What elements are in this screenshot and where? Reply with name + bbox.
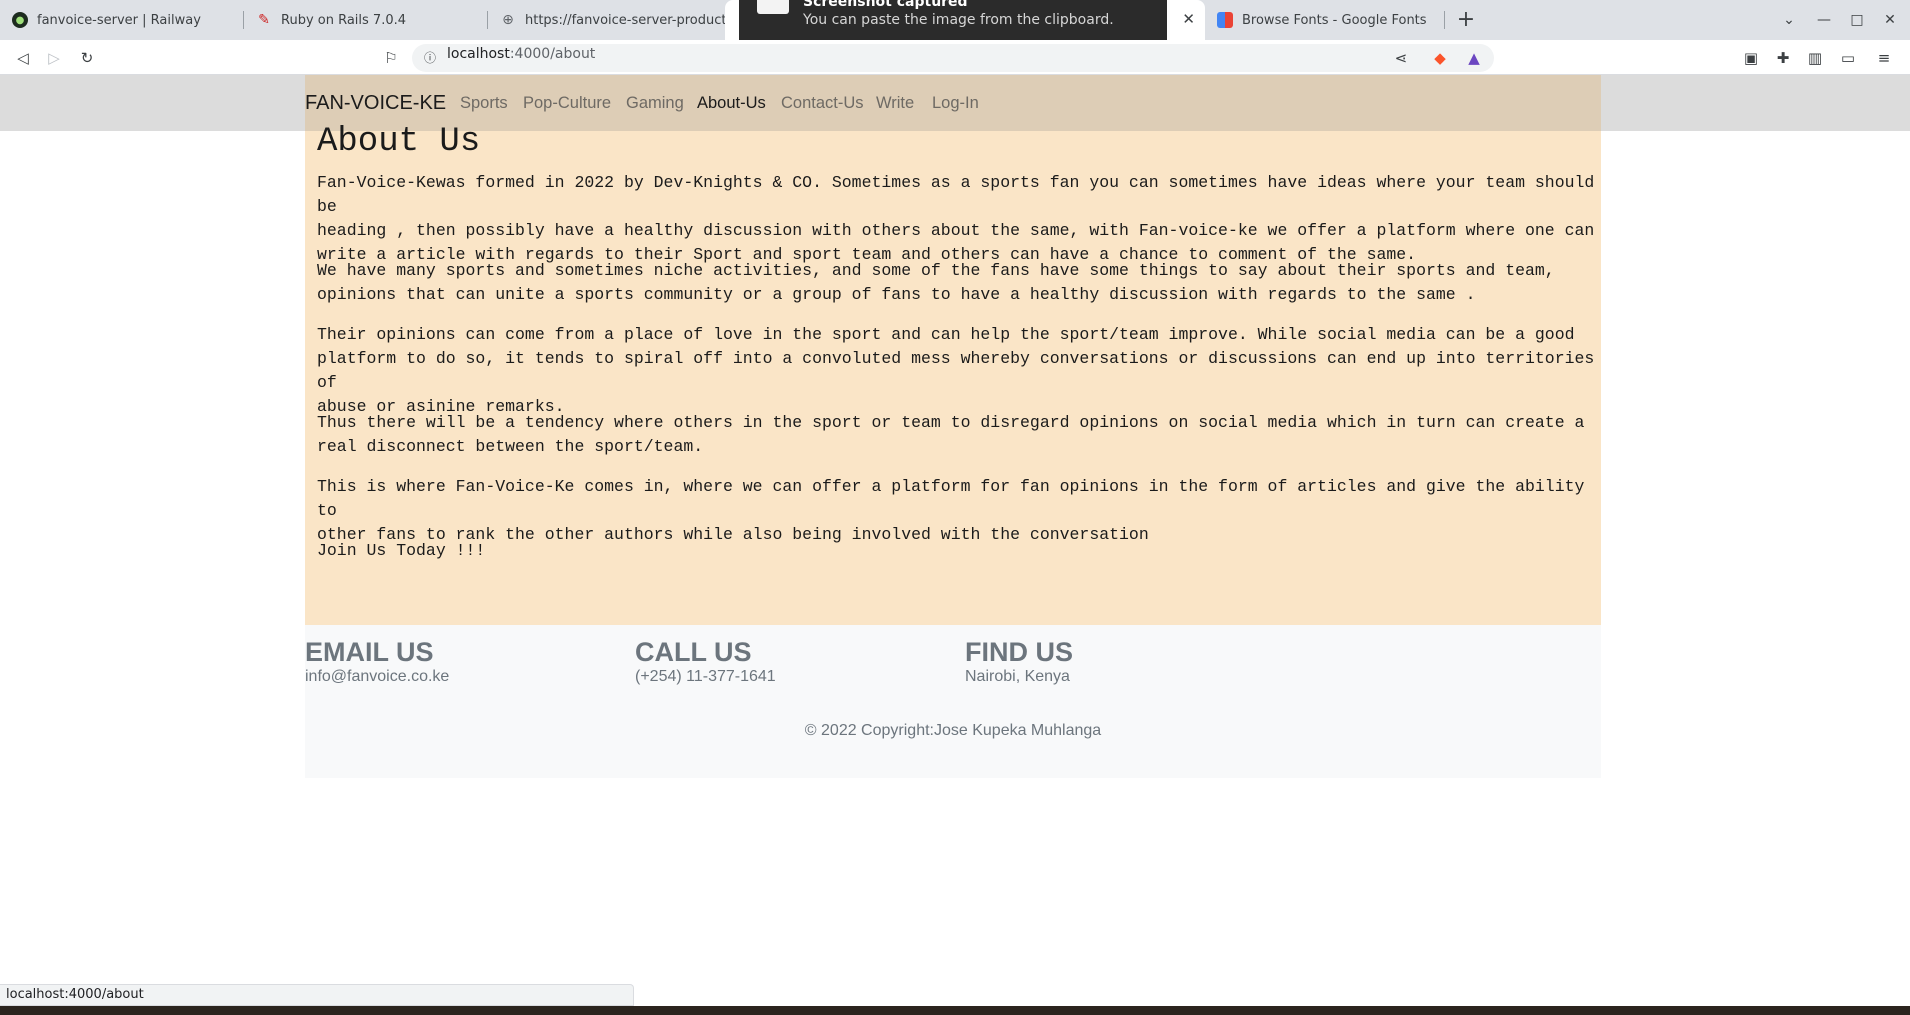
tab-railway[interactable]: ● fanvoice-server | Railway (0, 0, 244, 40)
new-tab-button[interactable]: + (1452, 7, 1480, 35)
tab-title: https://fanvoice-server-productio (525, 12, 732, 28)
nav-link-about-us[interactable]: About-Us (697, 94, 766, 113)
menu-icon[interactable]: ≡ (1872, 46, 1896, 70)
share-icon[interactable]: ⋖ (1389, 46, 1413, 70)
copyright: © 2022 Copyright:Jose Kupeka Muhlanga (804, 722, 1102, 739)
paragraph-line: Join Us Today !!! (317, 541, 486, 560)
tab-fanvoice-production[interactable]: ⊕ https://fanvoice-server-productio (488, 0, 732, 40)
about-paragraph-2: We have many sports and sometimes niche … (317, 259, 1597, 307)
sidebar-icon[interactable]: ▥ (1803, 46, 1827, 70)
tab-title: fanvoice-server | Railway (37, 12, 201, 28)
railway-icon: ● (12, 12, 28, 28)
globe-icon: ⊕ (502, 12, 514, 28)
nav-link-sports[interactable]: Sports (460, 94, 508, 113)
brand-logo[interactable]: FAN-VOICE-KE (305, 92, 446, 115)
extension-icon[interactable]: ▣ (1739, 46, 1763, 70)
brave-shields-icon[interactable]: ◆ (1428, 46, 1452, 70)
call-heading: CALL US (635, 637, 752, 667)
page-viewport: FAN-VOICE-KE Sports Pop-Culture Gaming A… (0, 75, 1910, 1015)
nav-link-contact-us[interactable]: Contact-Us (781, 94, 864, 113)
minimize-icon[interactable]: — (1812, 8, 1836, 32)
about-paragraph-5: This is where Fan-Voice-Ke comes in, whe… (317, 475, 1597, 547)
google-fonts-icon (1217, 12, 1233, 28)
extensions-puzzle-icon[interactable]: ✚ (1771, 46, 1795, 70)
find-heading: FIND US (965, 637, 1073, 667)
forward-icon[interactable]: ▷ (42, 46, 66, 70)
about-paragraph-3: Their opinions can come from a place of … (317, 323, 1597, 419)
maximize-icon[interactable]: □ (1845, 8, 1869, 32)
browser-toolbar: ◁ ▷ ↻ ⚐ ⓘ ⋖ ◆ ▲ ▣ ✚ ▥ ▭ ≡ (0, 40, 1910, 75)
tab-search-icon[interactable]: ⌄ (1777, 8, 1801, 32)
url-text[interactable]: localhost:4000/about (447, 46, 595, 62)
nav-link-gaming[interactable]: Gaming (626, 94, 684, 113)
status-bubble: localhost:4000/about (0, 984, 634, 1006)
paragraph-line: Thus there will be a tendency where othe… (317, 413, 1585, 432)
brave-rewards-icon[interactable]: ▲ (1462, 46, 1486, 70)
reload-icon[interactable]: ↻ (75, 46, 99, 70)
site-info-icon[interactable]: ⓘ (418, 46, 442, 70)
about-paragraph-6: Join Us Today !!! (317, 539, 1597, 563)
phone-number[interactable]: (+254) 11-377-1641 (635, 668, 776, 686)
paragraph-line: We have many sports and sometimes niche … (317, 261, 1555, 280)
tab-title: Browse Fonts - Google Fonts (1242, 12, 1427, 28)
rails-icon: ✎ (258, 12, 270, 28)
wallet-icon[interactable]: ▭ (1836, 46, 1860, 70)
page-title: About Us (317, 123, 481, 161)
url-host: localhost (447, 46, 510, 62)
back-icon[interactable]: ◁ (11, 46, 35, 70)
nav-link-pop-culture[interactable]: Pop-Culture (523, 94, 611, 113)
paragraph-line: opinions that can unite a sports communi… (317, 285, 1476, 304)
notification-body: You can paste the image from the clipboa… (803, 12, 1114, 28)
location-text: Nairobi, Kenya (965, 668, 1070, 685)
paragraph-line: platform to do so, it tends to spiral of… (317, 349, 1595, 392)
email-link[interactable]: info@fanvoice.co.ke (305, 668, 449, 686)
footer: EMAIL US info@fanvoice.co.ke CALL US (+2… (305, 625, 1601, 778)
url-path: :4000/about (509, 46, 596, 62)
about-paragraph-1: Fan-Voice-Kewas formed in 2022 by Dev-Kn… (317, 171, 1597, 267)
tab-google-fonts[interactable]: Browse Fonts - Google Fonts (1205, 0, 1445, 40)
desktop-background (0, 1006, 1910, 1015)
bookmark-icon[interactable]: ⚐ (379, 46, 403, 70)
email-heading: EMAIL US (305, 637, 434, 667)
paragraph-line: Fan-Voice-Kewas formed in 2022 by Dev-Kn… (317, 173, 1595, 216)
nav-link-log-in[interactable]: Log-In (932, 94, 979, 113)
about-paragraph-4: Thus there will be a tendency where othe… (317, 411, 1597, 459)
notification-title: Screenshot captured (803, 0, 968, 10)
paragraph-line: real disconnect between the sport/team. (317, 437, 704, 456)
paragraph-line: Their opinions can come from a place of … (317, 325, 1575, 344)
close-tab-icon[interactable]: ✕ (1182, 10, 1195, 28)
close-window-icon[interactable]: ✕ (1878, 8, 1902, 32)
paragraph-line: heading , then possibly have a healthy d… (317, 221, 1595, 240)
tab-title: Ruby on Rails 7.0.4 (281, 12, 407, 28)
paragraph-line: This is where Fan-Voice-Ke comes in, whe… (317, 477, 1585, 520)
screenshot-thumbnail (757, 0, 789, 14)
tab-rails[interactable]: ✎ Ruby on Rails 7.0.4 (244, 0, 488, 40)
nav-link-write[interactable]: Write (876, 94, 914, 113)
